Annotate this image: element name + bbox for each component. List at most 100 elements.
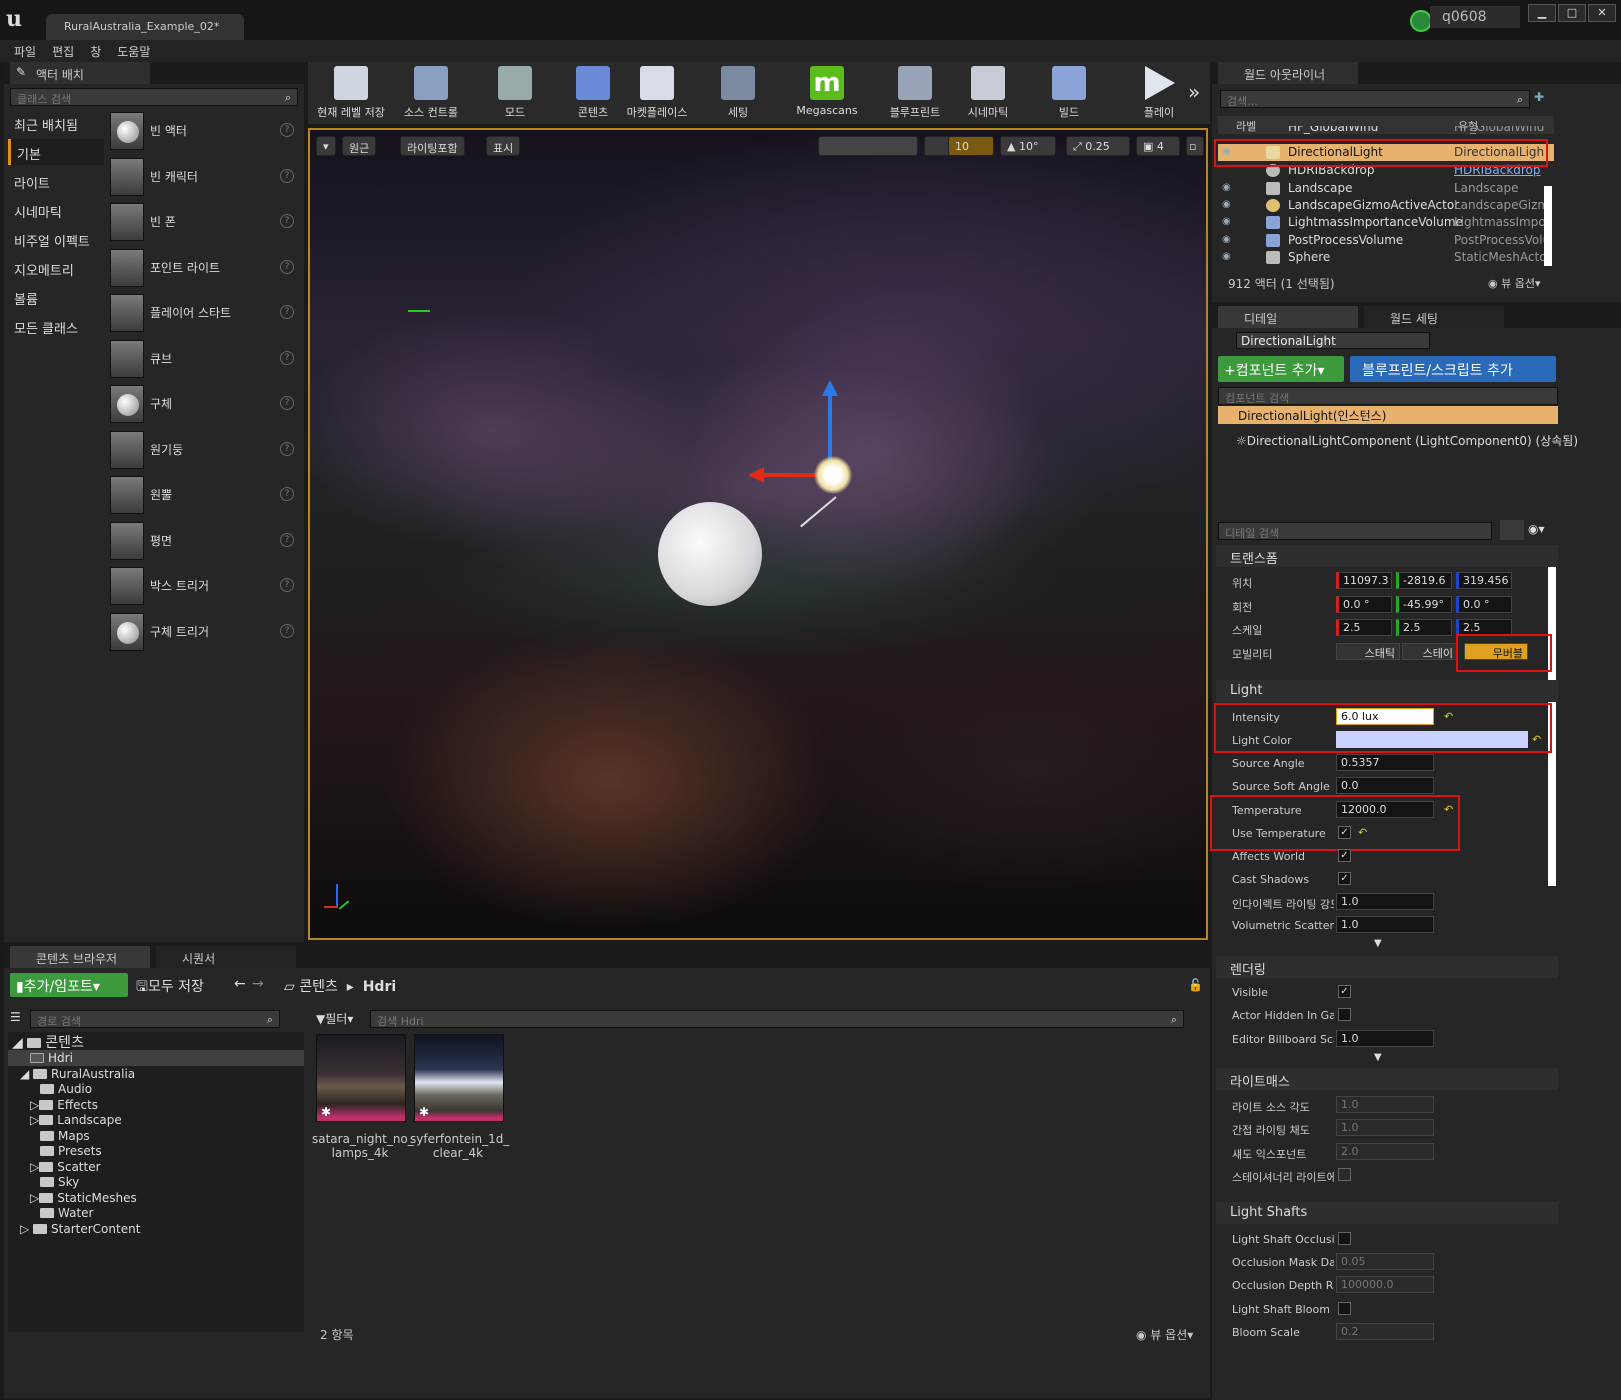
rendering-section[interactable]: 렌더링: [1216, 956, 1558, 978]
lightmass-section[interactable]: 라이트매스: [1216, 1068, 1558, 1090]
breadcrumb-root[interactable]: 콘텐츠: [299, 979, 338, 995]
place-item-point-light[interactable]: 포인트 라이트?: [108, 247, 300, 289]
source-control-button[interactable]: 소스 컨트롤: [394, 62, 468, 124]
megascans-button[interactable]: m Megascans: [792, 62, 862, 124]
lm-source-angle-field[interactable]: 1.0: [1336, 1096, 1434, 1113]
volumetric-scattering-field[interactable]: 1.0: [1336, 916, 1434, 933]
scale-y-field[interactable]: 2.5: [1396, 619, 1452, 636]
sequencer-tab[interactable]: 시퀀서: [156, 946, 296, 968]
tree-item-sky[interactable]: Sky: [40, 1175, 79, 1189]
asset-tile-satara[interactable]: ✱: [316, 1034, 406, 1122]
content-view-options[interactable]: ◉ 뷰 옵션▾: [1136, 1326, 1193, 1343]
gizmo-x-arrow-icon[interactable]: [748, 467, 764, 483]
menu-edit[interactable]: 편집: [44, 40, 82, 63]
details-tab[interactable]: 디테일: [1218, 306, 1358, 328]
details-search-input[interactable]: 디테일 검색: [1218, 522, 1492, 540]
actor-name-field[interactable]: DirectionalLight: [1236, 332, 1430, 349]
gizmo-z-arrow-icon[interactable]: [822, 380, 838, 396]
menu-help[interactable]: 도움말: [109, 40, 158, 63]
maximize-button[interactable]: □: [1558, 4, 1586, 22]
marketplace-button[interactable]: 마켓플레이스: [622, 62, 692, 124]
tree-item-effects[interactable]: ▷ Effects: [30, 1098, 98, 1112]
place-item-cylinder[interactable]: 원기둥?: [108, 429, 300, 471]
lm-shadow-exponent-field[interactable]: 2.0: [1336, 1143, 1434, 1160]
save-all-button[interactable]: 🖫모두 저장: [136, 976, 204, 1000]
level-viewport[interactable]: ▾ 원근 라이팅포함 표시 10 ▲ 10° ⤢ 0.25 ▣ 4 ▫: [308, 128, 1208, 940]
tree-view-icon[interactable]: ☰: [10, 1010, 21, 1024]
help-icon[interactable]: ?: [280, 305, 294, 319]
asset-search-input[interactable]: 검색 Hdri ⌕: [370, 1010, 1184, 1028]
expand-advanced-icon[interactable]: ▼: [1374, 1052, 1382, 1063]
lock-icon[interactable]: 🔓: [1188, 978, 1203, 992]
outliner-row[interactable]: ◉ LandscapeGizmoActiveActorLandscapeGizmo: [1218, 197, 1554, 214]
add-blueprint-button[interactable]: 블루프린트/스크립트 추가: [1350, 356, 1556, 382]
component-row[interactable]: ☼DirectionalLightComponent (LightCompone…: [1236, 432, 1578, 449]
menu-file[interactable]: 파일: [6, 40, 44, 63]
grid-snap-toggle[interactable]: 10: [948, 136, 994, 156]
asset-tile-syferfontein[interactable]: ✱: [414, 1034, 504, 1122]
expand-advanced-icon[interactable]: ▼: [1374, 938, 1382, 949]
place-item-empty-character[interactable]: 빈 캐릭터?: [108, 156, 300, 198]
settings-button[interactable]: 세팅: [708, 62, 768, 124]
outliner-search-input[interactable]: 검색... ⌕: [1220, 90, 1530, 108]
modes-button[interactable]: 모드: [480, 62, 550, 124]
minimize-button[interactable]: ▁: [1528, 4, 1556, 22]
help-icon[interactable]: ?: [280, 123, 294, 137]
show-button[interactable]: 표시: [486, 136, 521, 156]
help-icon[interactable]: ?: [280, 487, 294, 501]
tree-item-audio[interactable]: Audio: [40, 1082, 92, 1096]
light-shafts-section[interactable]: Light Shafts: [1216, 1202, 1558, 1224]
path-search-input[interactable]: 경로 검색 ⌕: [30, 1010, 280, 1028]
help-icon[interactable]: ?: [280, 351, 294, 365]
source-soft-angle-field[interactable]: 0.0: [1336, 777, 1434, 794]
tree-item-staticmeshes[interactable]: ▷ StaticMeshes: [30, 1191, 137, 1205]
menu-window[interactable]: 창: [82, 40, 109, 63]
location-z-field[interactable]: 319.456: [1456, 572, 1512, 589]
transform-section[interactable]: 트랜스폼: [1216, 545, 1558, 567]
location-label[interactable]: 위치: [1232, 575, 1334, 591]
actor-hidden-checkbox[interactable]: [1338, 1008, 1351, 1021]
place-item-empty-actor[interactable]: 빈 액터?: [108, 110, 300, 152]
light-section[interactable]: Light: [1216, 680, 1558, 702]
indirect-intensity-field[interactable]: 1.0: [1336, 893, 1434, 910]
help-icon[interactable]: ?: [280, 260, 294, 274]
tree-item-ruralaustralia[interactable]: ◢ RuralAustralia: [20, 1067, 135, 1081]
category-lights[interactable]: 라이트: [8, 168, 104, 194]
help-icon[interactable]: ?: [280, 533, 294, 547]
add-component-button[interactable]: +컴포넌트 추가▾: [1218, 356, 1344, 382]
world-settings-tab[interactable]: 월드 세팅: [1364, 306, 1504, 328]
place-item-empty-pawn[interactable]: 빈 폰?: [108, 201, 300, 243]
tree-item-landscape[interactable]: ▷ Landscape: [30, 1113, 122, 1127]
sphere-mesh[interactable]: [658, 502, 762, 606]
scale-snap-toggle[interactable]: ⤢ 0.25: [1066, 136, 1130, 156]
history-back-icon[interactable]: ←: [234, 976, 246, 992]
visibility-eye-icon[interactable]: ◉: [1222, 216, 1236, 228]
lm-indirect-saturation-field[interactable]: 1.0: [1336, 1119, 1434, 1136]
source-angle-field[interactable]: 0.5357: [1336, 754, 1434, 771]
place-item-cone[interactable]: 원뿔?: [108, 474, 300, 516]
place-actors-tab[interactable]: 액터 배치: [10, 62, 150, 84]
content-browser-tab[interactable]: 콘텐츠 브라우저: [10, 946, 150, 968]
play-button[interactable]: 플레이: [1126, 62, 1192, 124]
outliner-add-icon[interactable]: ✚: [1534, 90, 1544, 104]
tree-item-water[interactable]: Water: [40, 1206, 93, 1220]
outliner-row[interactable]: ◉ Sphere StaticMeshActor: [1218, 249, 1554, 266]
instance-row[interactable]: DirectionalLight(인스턴스): [1218, 406, 1558, 424]
cinematics-button[interactable]: 시네마틱: [956, 62, 1020, 124]
lighting-mode-button[interactable]: 라이팅포함: [400, 136, 465, 156]
affects-world-checkbox[interactable]: ✓: [1338, 849, 1351, 862]
help-icon[interactable]: ?: [280, 442, 294, 456]
rotation-x-field[interactable]: 0.0 °: [1336, 596, 1392, 613]
location-x-field[interactable]: 11097.3: [1336, 572, 1392, 589]
history-forward-icon[interactable]: →: [252, 976, 264, 992]
maximize-viewport-icon[interactable]: ▫: [1186, 136, 1204, 156]
outliner-row[interactable]: ◉ LightmassImportanceVolumeLightmassImpor…: [1218, 214, 1554, 231]
directional-light-sun-icon[interactable]: [814, 456, 852, 494]
viewport-options-button[interactable]: ▾: [316, 136, 336, 156]
lm-stationary-checkbox[interactable]: [1338, 1168, 1351, 1181]
location-y-field[interactable]: -2819.6: [1396, 572, 1452, 589]
category-geometry[interactable]: 지오메트리: [8, 255, 104, 281]
toolbar-overflow-icon[interactable]: »: [1188, 80, 1200, 104]
tree-item-content[interactable]: ◢ 콘텐츠: [12, 1032, 84, 1052]
place-item-cube[interactable]: 큐브?: [108, 338, 300, 380]
